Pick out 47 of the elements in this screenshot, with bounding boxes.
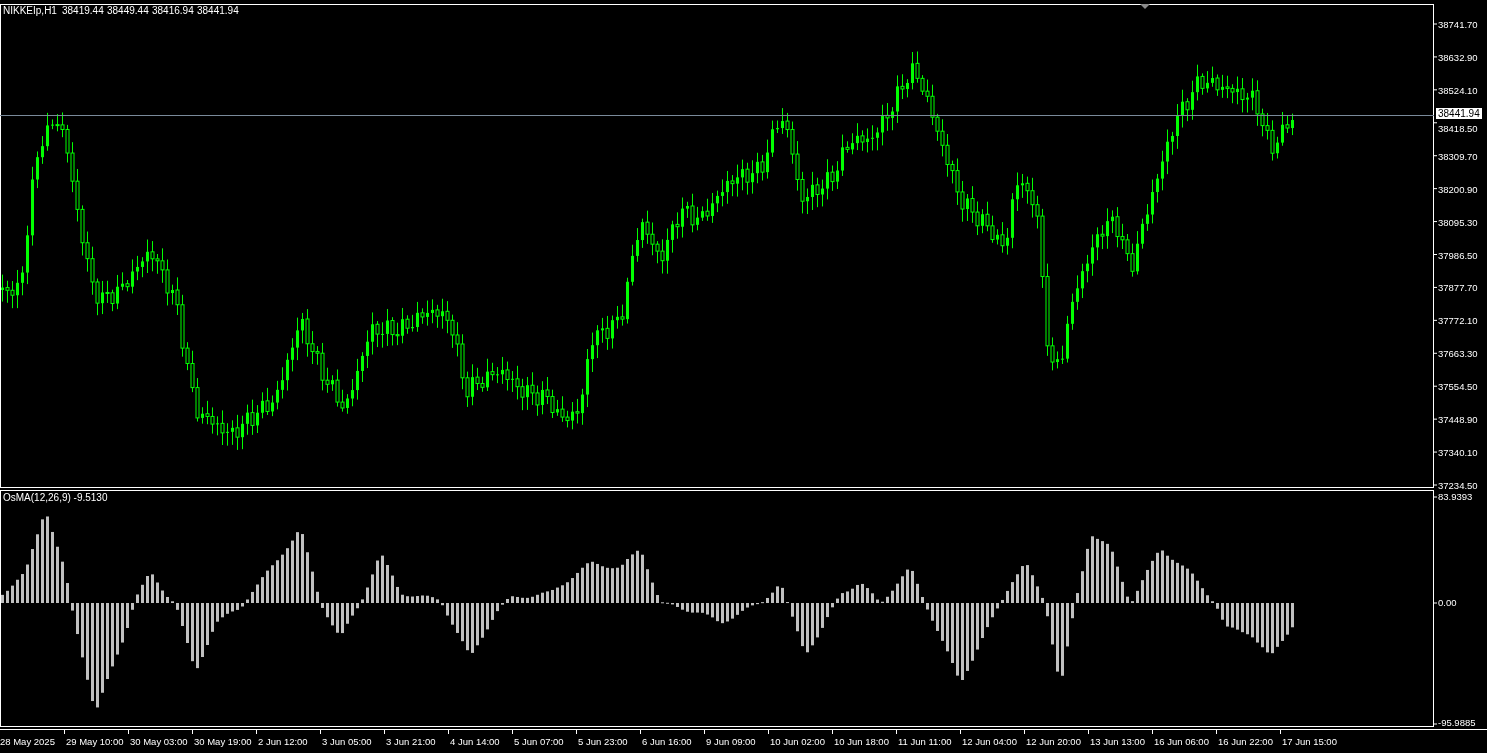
price-axis-label: 38200.90 [1438,183,1478,195]
current-price-tag: 38441.94 [1436,108,1482,119]
time-axis-label: 5 Jun 23:00 [578,736,628,747]
time-axis-label: 10 Jun 02:00 [770,736,825,747]
time-axis-label: 9 Jun 09:00 [706,736,756,747]
time-axis-label: 5 Jun 07:00 [514,736,564,747]
ohlc-value: 38419.44 [62,5,104,16]
price-axis-label: 37663.30 [1438,348,1478,360]
time-axis-label: 12 Jun 04:00 [962,736,1017,747]
ohlc-value: 38441.94 [197,5,239,16]
time-axis-label: 12 Jun 20:00 [1026,736,1081,747]
chart-symbol: NIKKEIp,H1 [3,5,57,16]
time-axis-label: 3 Jun 05:00 [322,736,372,747]
price-axis-label: 37554.50 [1438,381,1478,393]
time-axis-label: 30 May 03:00 [130,736,188,747]
price-axis-label: 38095.30 [1438,216,1478,228]
time-axis-label: 17 Jun 15:00 [1282,736,1337,747]
time-axis-label: 16 Jun 06:00 [1154,736,1209,747]
time-axis-label: 11 Jun 11:00 [898,736,952,747]
ohlc-value: 38416.94 [152,5,194,16]
time-axis-label: 2 Jun 12:00 [258,736,308,747]
time-axis-label: 16 Jun 22:00 [1218,736,1273,747]
time-axis-label: 4 Jun 14:00 [450,736,500,747]
indicator-axis-label: 83.9393 [1438,491,1473,502]
time-axis-label: 3 Jun 21:00 [386,736,436,747]
triangle-marker-icon[interactable] [1140,4,1150,9]
time-axis-label: 6 Jun 16:00 [642,736,692,747]
time-axis-label: 10 Jun 18:00 [834,736,889,747]
indicator-axis-label: 0.00 [1438,597,1457,608]
time-axis-label: 13 Jun 13:00 [1090,736,1145,747]
ohlc-value: 38449.44 [107,5,149,16]
price-axis-label: 37340.10 [1438,447,1478,459]
price-axis-label: 38741.70 [1438,19,1478,30]
time-axis-label: 29 May 10:00 [66,736,124,747]
price-axis-label: 37234.50 [1438,480,1478,491]
price-axis-label: 37448.90 [1438,414,1478,426]
time-axis-label: 28 May 2025 [0,736,55,747]
indicator-label: OsMA(12,26,9) -9.5130 [3,492,108,503]
price-axis-label: 38418.50 [1438,122,1478,134]
price-axis-label: 38632.90 [1438,51,1478,63]
price-axis-label: 37772.10 [1438,315,1478,327]
price-axis-label: 38309.70 [1438,150,1478,162]
time-axis-label: 30 May 19:00 [194,736,252,747]
price-axis-label: 37986.50 [1438,249,1478,261]
price-axis-label: 38524.10 [1438,84,1478,96]
price-axis-label: 37877.70 [1438,282,1478,294]
indicator-axis-label: -95.9885 [1438,717,1476,728]
